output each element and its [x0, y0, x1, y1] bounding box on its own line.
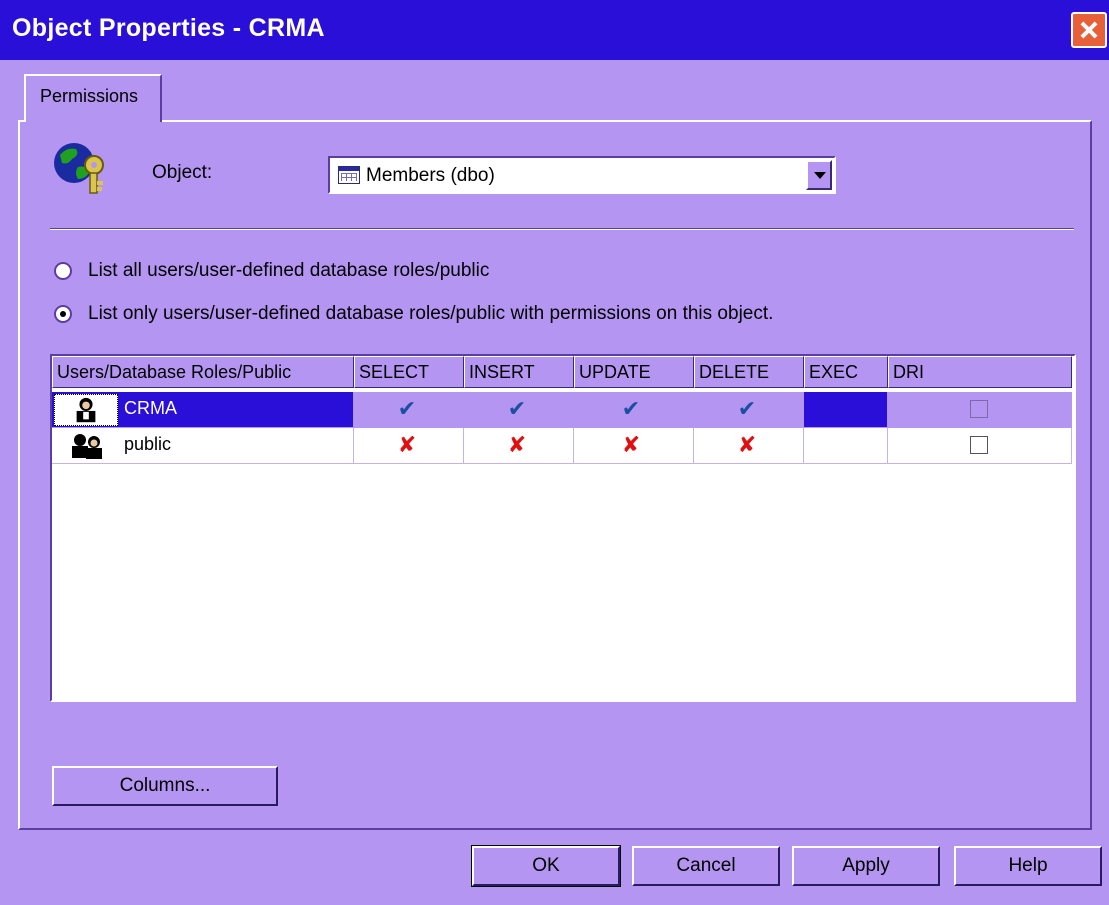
window-title: Object Properties - CRMA [12, 14, 325, 42]
perm-insert-cell[interactable]: ✘ [464, 428, 574, 464]
radio-list-all-label[interactable]: List all users/user-defined database rol… [88, 260, 489, 282]
ok-button[interactable]: OK [471, 845, 621, 887]
column-header-dri[interactable]: DRI [888, 356, 1072, 388]
close-button[interactable] [1071, 12, 1107, 48]
radio-list-all[interactable] [54, 262, 72, 280]
checkbox-icon[interactable] [970, 436, 988, 454]
tab-permissions[interactable]: Permissions [24, 74, 162, 122]
perm-delete-cell[interactable]: ✔ [694, 392, 804, 428]
row-name: public [124, 434, 172, 454]
row-name-cell[interactable]: public [52, 428, 354, 464]
permissions-grid[interactable]: Users/Database Roles/Public SELECT INSER… [50, 354, 1076, 702]
column-header-select[interactable]: SELECT [354, 356, 464, 388]
column-header-users[interactable]: Users/Database Roles/Public [52, 356, 354, 388]
apply-button[interactable]: Apply [792, 846, 940, 886]
perm-select-cell[interactable]: ✘ [354, 428, 464, 464]
perm-dri-cell[interactable] [888, 428, 1072, 464]
globe-key-icon [54, 143, 104, 194]
perm-dri-cell[interactable] [888, 392, 1072, 428]
object-dropdown-value: Members (dbo) [366, 165, 495, 186]
granted-check-icon: ✔ [737, 396, 757, 421]
radio-list-with-permissions[interactable] [54, 305, 72, 323]
table-row[interactable]: public ✘ ✘ ✘ ✘ [52, 428, 1072, 464]
object-dropdown[interactable]: Members (dbo) [328, 156, 836, 194]
object-label: Object: [152, 162, 213, 183]
column-header-exec[interactable]: EXEC [804, 356, 888, 388]
perm-exec-cell[interactable] [804, 392, 888, 428]
separator [50, 228, 1074, 230]
denied-x-icon: ✘ [621, 432, 641, 457]
perm-update-cell[interactable]: ✘ [574, 428, 694, 464]
row-name-cell[interactable]: CRMA [52, 392, 354, 428]
denied-x-icon: ✘ [397, 432, 417, 457]
table-icon [338, 166, 360, 184]
columns-button[interactable]: Columns... [52, 766, 278, 806]
perm-insert-cell[interactable]: ✔ [464, 392, 574, 428]
granted-check-icon: ✔ [507, 396, 527, 421]
granted-check-icon: ✔ [397, 396, 417, 421]
perm-delete-cell[interactable]: ✘ [694, 428, 804, 464]
chevron-down-icon[interactable] [806, 160, 832, 190]
radio-list-with-permissions-label[interactable]: List only users/user-defined database ro… [88, 303, 773, 325]
row-name: CRMA [124, 398, 177, 418]
table-row[interactable]: CRMA ✔ ✔ ✔ ✔ [52, 392, 1072, 428]
group-icon [54, 430, 118, 462]
help-button[interactable]: Help [954, 846, 1102, 886]
perm-update-cell[interactable]: ✔ [574, 392, 694, 428]
cancel-button[interactable]: Cancel [632, 846, 780, 886]
perm-exec-cell[interactable] [804, 428, 888, 464]
denied-x-icon: ✘ [507, 432, 527, 457]
denied-x-icon: ✘ [737, 432, 757, 457]
perm-select-cell[interactable]: ✔ [354, 392, 464, 428]
column-header-insert[interactable]: INSERT [464, 356, 574, 388]
title-bar[interactable]: Object Properties - CRMA [0, 0, 1109, 60]
column-header-update[interactable]: UPDATE [574, 356, 694, 388]
user-icon [54, 394, 118, 426]
tab-permissions-label: Permissions [40, 86, 139, 106]
checkbox-icon[interactable] [970, 400, 988, 418]
column-header-delete[interactable]: DELETE [694, 356, 804, 388]
granted-check-icon: ✔ [621, 396, 641, 421]
